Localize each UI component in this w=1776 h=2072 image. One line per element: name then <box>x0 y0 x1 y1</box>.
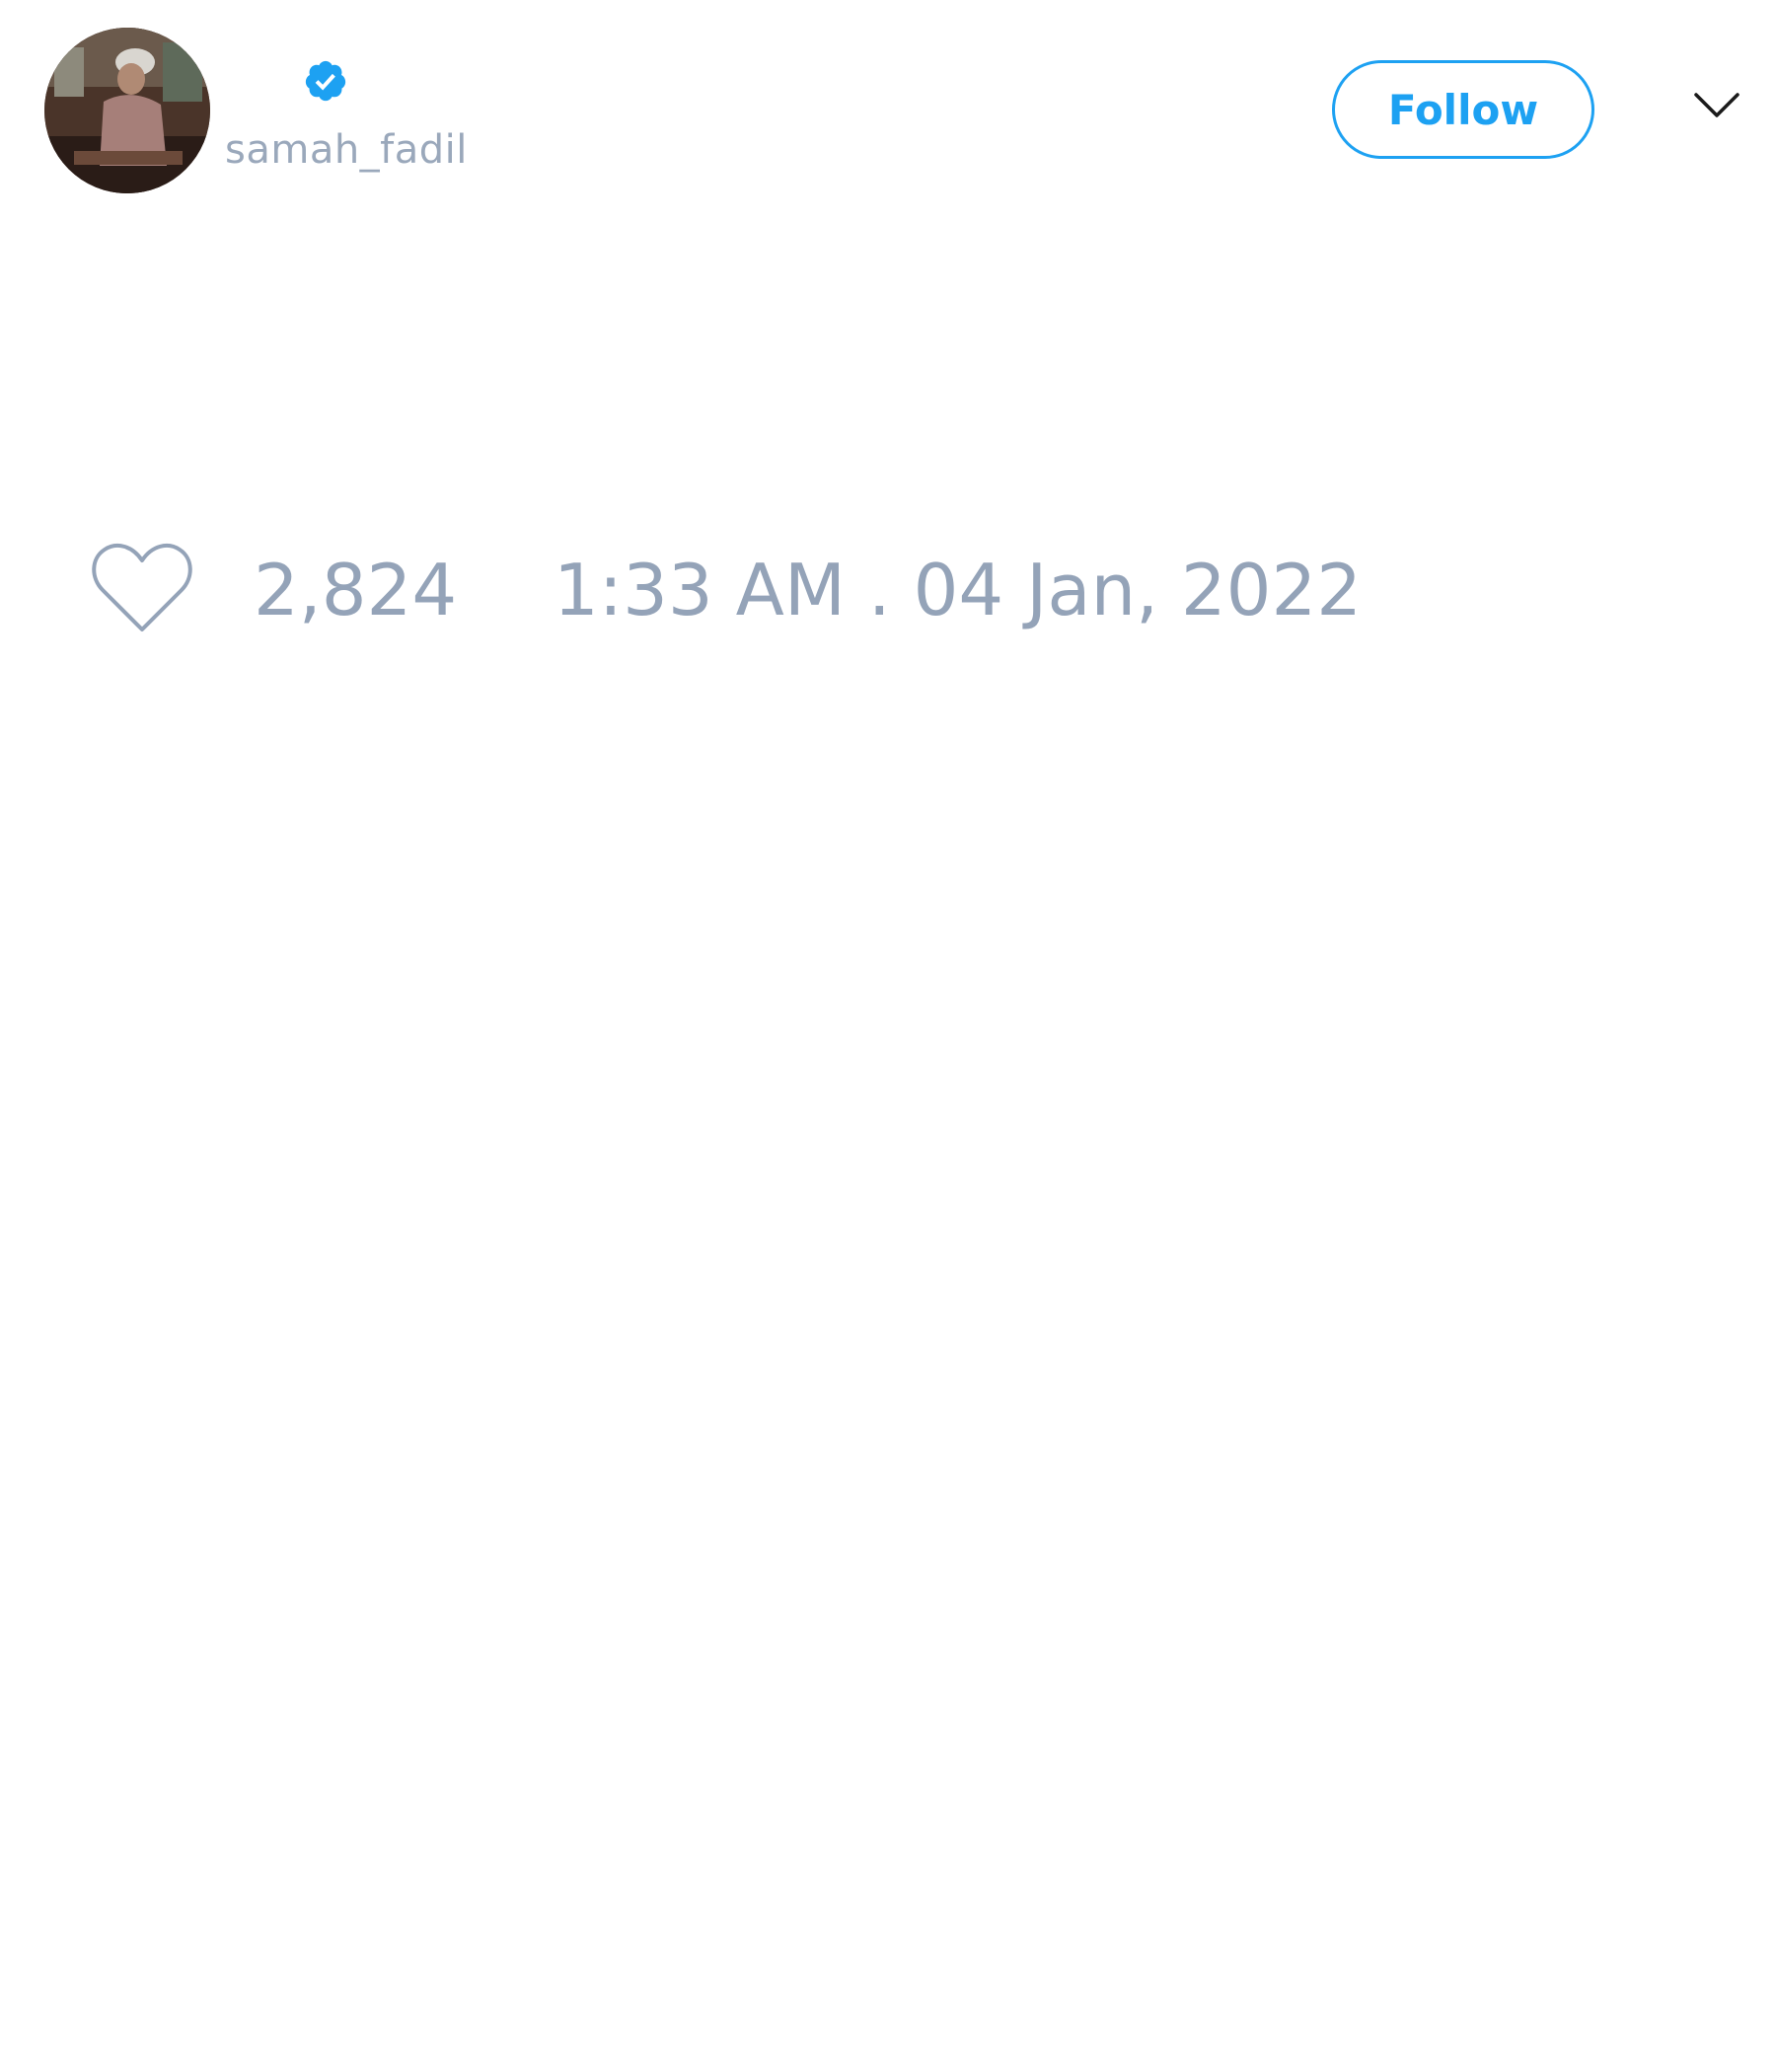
heart-outline-icon[interactable] <box>89 541 195 635</box>
follow-button[interactable]: Follow <box>1332 60 1594 159</box>
tweet-timestamp[interactable]: 1:33 AM . 04 Jan, 2022 <box>554 549 1362 631</box>
chevron-down-icon[interactable] <box>1693 91 1740 120</box>
author-handle[interactable]: samah_fadil <box>225 126 468 174</box>
profile-photo-image <box>44 28 210 193</box>
verified-badge-icon <box>305 60 346 102</box>
tweet-card: samah_fadil Follow 2,824 1:33 AM . 04 Ja… <box>0 0 1776 2072</box>
like-count: 2,824 <box>254 549 458 631</box>
avatar[interactable] <box>44 28 210 193</box>
